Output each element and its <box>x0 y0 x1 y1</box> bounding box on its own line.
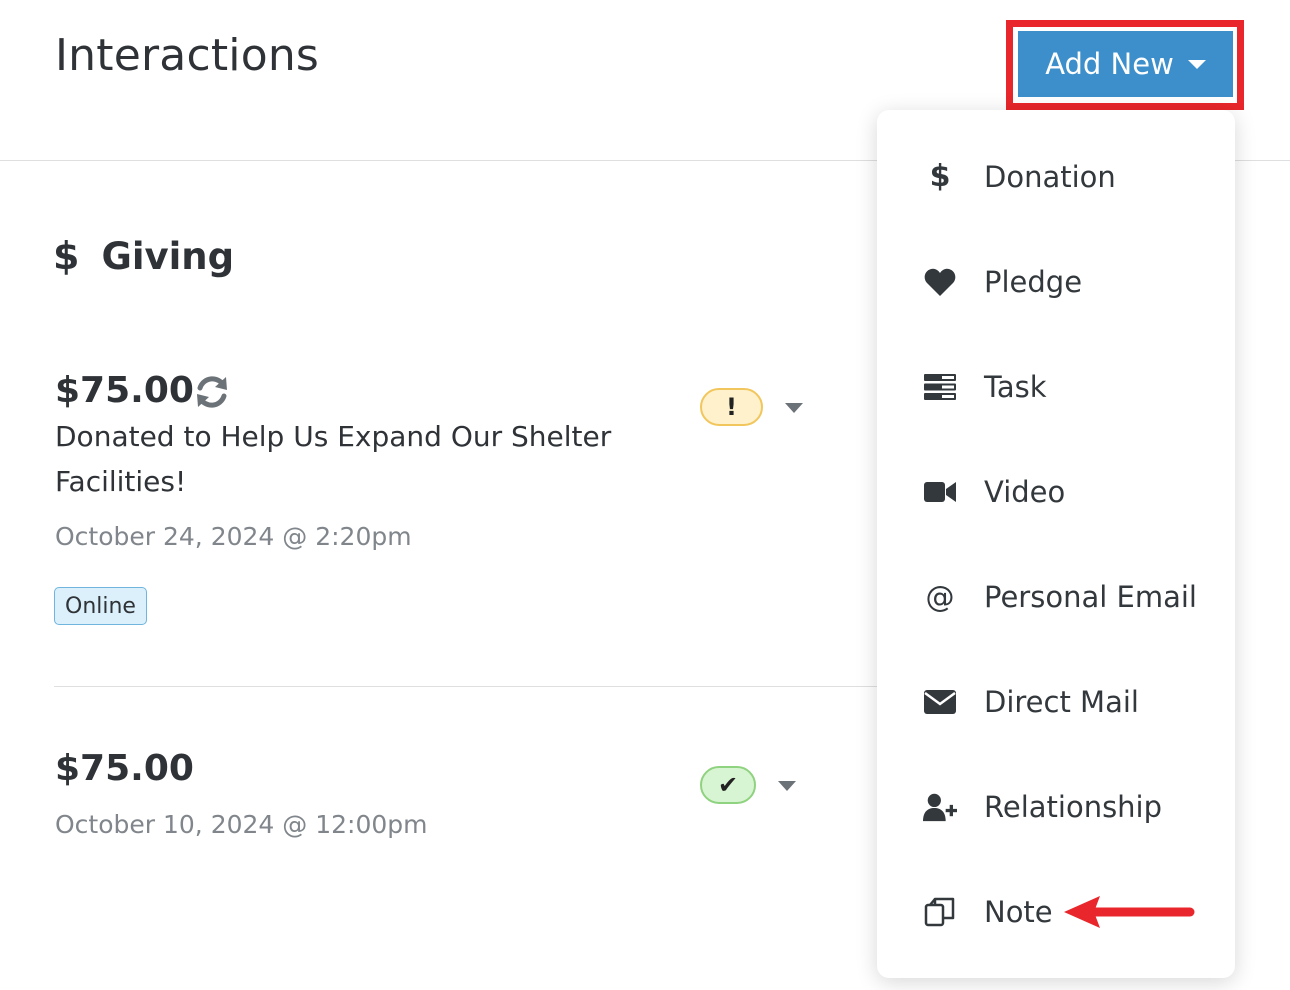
add-new-dropdown-menu: $ Donation Pledge Task Video @ Personal … <box>877 110 1235 978</box>
menu-item-direct-mail[interactable]: Direct Mail <box>877 649 1235 754</box>
entry-options-chevron-icon[interactable] <box>778 781 796 791</box>
menu-item-label: Donation <box>984 159 1116 194</box>
menu-item-pledge[interactable]: Pledge <box>877 229 1235 334</box>
menu-item-label: Video <box>984 474 1066 509</box>
status-ok-badge[interactable]: ✔ <box>700 766 756 804</box>
note-copy-icon <box>923 895 957 929</box>
add-new-button[interactable]: Add New <box>1018 31 1233 97</box>
recurring-icon <box>197 376 227 408</box>
annotation-arrow <box>1064 896 1195 928</box>
envelope-icon <box>923 685 957 719</box>
dollar-icon: $ <box>929 159 951 194</box>
section-title: Giving <box>101 234 235 278</box>
menu-item-relationship[interactable]: Relationship <box>877 754 1235 859</box>
entry-options-chevron-icon[interactable] <box>785 403 803 413</box>
menu-item-label: Personal Email <box>984 579 1197 614</box>
heart-icon <box>923 265 957 299</box>
entry-date: October 24, 2024 @ 2:20pm <box>55 522 412 551</box>
chevron-down-icon <box>1187 59 1206 69</box>
add-new-label: Add New <box>1045 47 1174 81</box>
menu-item-label: Task <box>984 369 1047 404</box>
entry-amount: $75.00 <box>55 748 194 789</box>
page-title: Interactions <box>55 30 320 81</box>
user-plus-icon <box>923 790 957 824</box>
menu-item-task[interactable]: Task <box>877 334 1235 439</box>
at-sign-icon: @ <box>925 579 955 614</box>
menu-item-video[interactable]: Video <box>877 439 1235 544</box>
dollar-icon: $ <box>53 234 80 278</box>
channel-badge: Online <box>54 587 147 625</box>
menu-item-personal-email[interactable]: @ Personal Email <box>877 544 1235 649</box>
entry-divider <box>54 686 884 687</box>
menu-item-label: Note <box>984 894 1053 929</box>
video-camera-icon <box>923 475 957 509</box>
menu-item-donation[interactable]: $ Donation <box>877 124 1235 229</box>
section-header-giving: $ Giving <box>53 234 234 278</box>
status-warning-badge[interactable]: ! <box>700 388 763 426</box>
entry-amount: $75.00 <box>55 370 194 411</box>
entry-date: October 10, 2024 @ 12:00pm <box>55 810 428 839</box>
menu-item-label: Direct Mail <box>984 684 1139 719</box>
entry-description: Donated to Help Us Expand Our Shelter Fa… <box>55 420 612 498</box>
task-list-icon <box>923 370 957 404</box>
menu-item-label: Pledge <box>984 264 1083 299</box>
menu-item-label: Relationship <box>984 789 1163 824</box>
